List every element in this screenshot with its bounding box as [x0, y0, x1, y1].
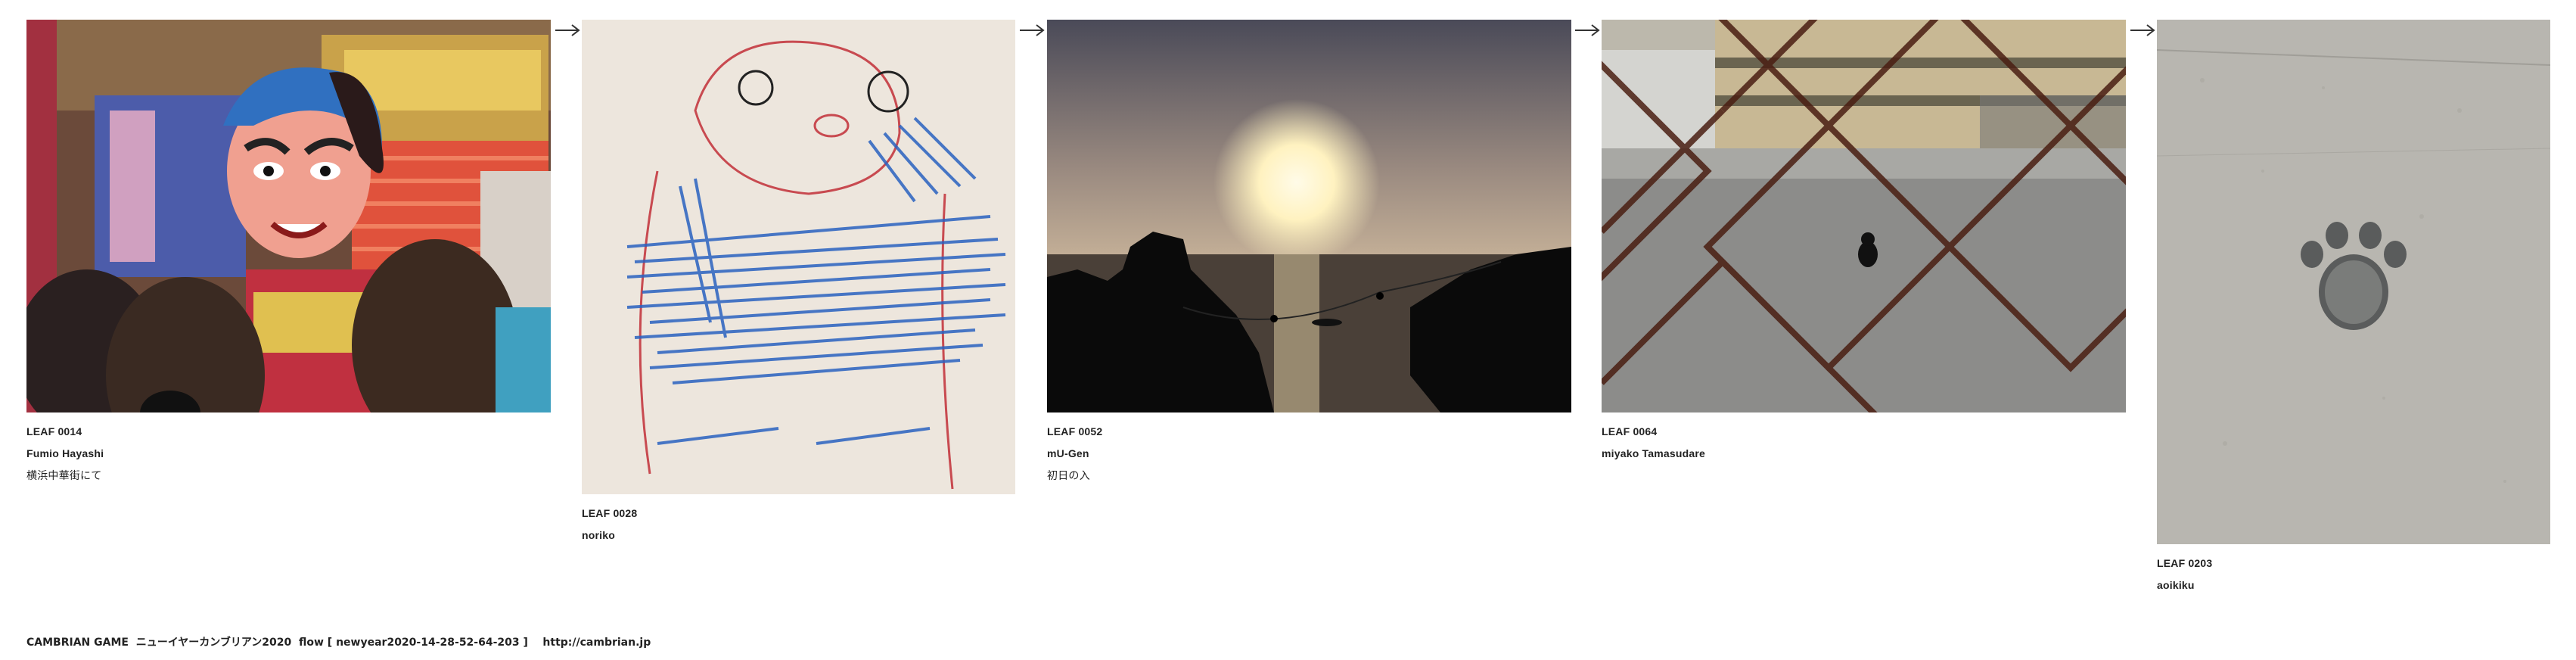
cat-through-fence-photo[interactable] [1602, 20, 2126, 412]
leaf-meta: LEAF 0052 mU-Gen 初日の入 [1047, 421, 1571, 487]
leaf-author[interactable]: aoikiku [2157, 574, 2550, 596]
leaf-meta: LEAF 0203 aoikiku [2157, 553, 2550, 596]
leaf-caption: 横浜中華街にて [26, 469, 102, 481]
leaf-code: LEAF 0203 [2157, 557, 2213, 569]
crayon-drawing-photo[interactable] [582, 20, 1015, 494]
leaf-card-0028[interactable]: LEAF 0028 noriko [582, 20, 1015, 546]
leaf-meta: LEAF 0028 noriko [582, 503, 1015, 546]
leaf-author[interactable]: mU-Gen [1047, 443, 1571, 465]
footer-link[interactable]: http://cambrian.jp [542, 637, 651, 649]
leaf-card-0014[interactable]: LEAF 0014 Fumio Hayashi 横浜中華街にて [26, 20, 551, 487]
arrow-right-icon [1575, 24, 1600, 36]
leaf-meta: LEAF 0014 Fumio Hayashi 横浜中華街にて [26, 421, 551, 487]
arrow-right-icon [1020, 24, 1045, 36]
arrow-right-icon [2130, 24, 2155, 36]
leaf-meta: LEAF 0064 miyako Tamasudare [1602, 421, 2126, 465]
footer-title: CAMBRIAN GAME ニューイヤーカンブリアン2020 flow [ ne… [26, 637, 543, 649]
leaf-code: LEAF 0028 [582, 507, 638, 519]
footer: CAMBRIAN GAME ニューイヤーカンブリアン2020 flow [ ne… [26, 634, 651, 649]
leaf-code: LEAF 0014 [26, 425, 82, 437]
festival-mask-photo[interactable] [26, 20, 551, 412]
leaf-card-0052[interactable]: LEAF 0052 mU-Gen 初日の入 [1047, 20, 1571, 487]
leaf-card-0203[interactable]: LEAF 0203 aoikiku [2157, 20, 2550, 596]
arrow-right-icon [555, 24, 580, 36]
leaf-code: LEAF 0064 [1602, 425, 1658, 437]
leaf-author[interactable]: noriko [582, 525, 1015, 546]
paw-print-concrete-photo[interactable] [2157, 20, 2550, 544]
leaf-card-0064[interactable]: LEAF 0064 miyako Tamasudare [1602, 20, 2126, 465]
leaf-author[interactable]: miyako Tamasudare [1602, 443, 2126, 465]
leaf-author[interactable]: Fumio Hayashi [26, 443, 551, 465]
leaf-caption: 初日の入 [1047, 469, 1090, 481]
leaf-code: LEAF 0052 [1047, 425, 1103, 437]
sunset-sea-photo[interactable] [1047, 20, 1571, 412]
